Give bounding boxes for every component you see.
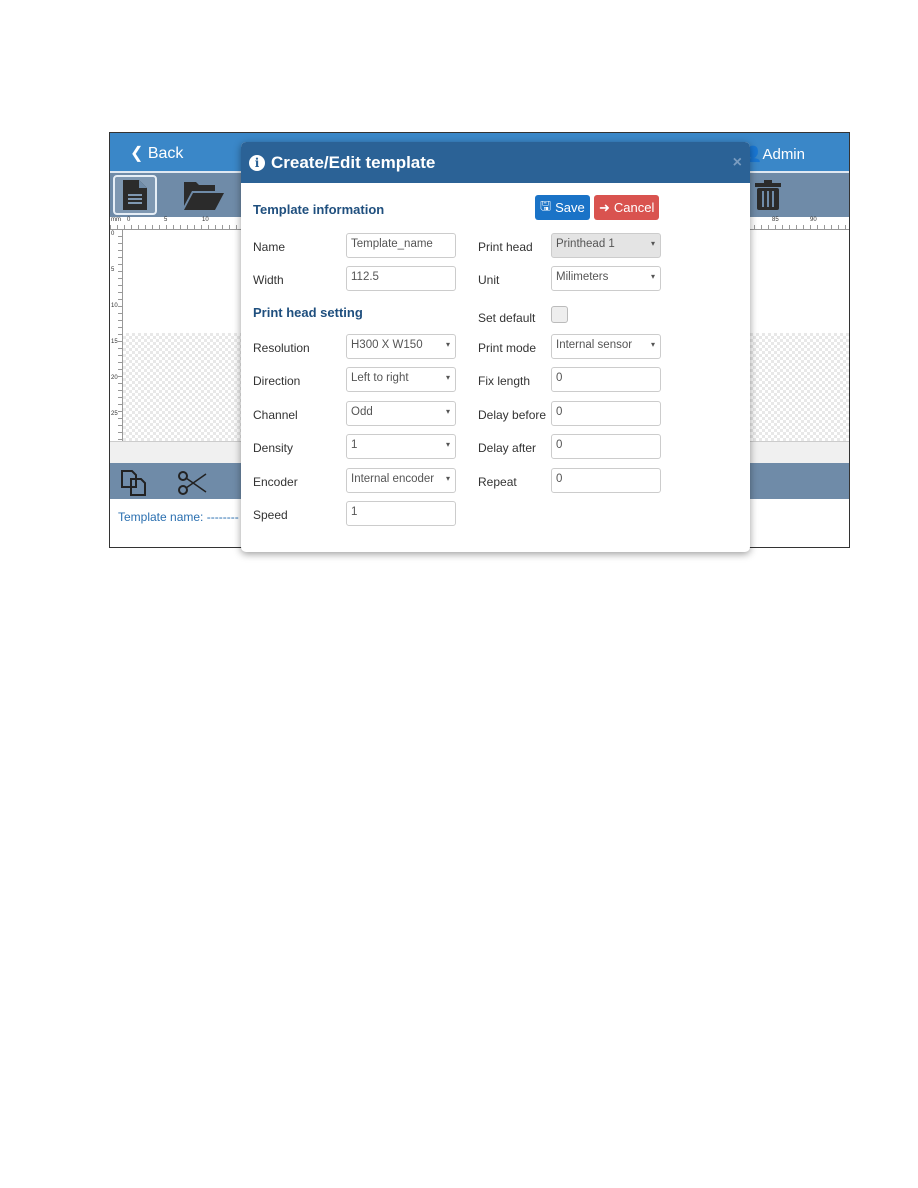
encoder-value: Internal encoder	[351, 473, 435, 485]
density-value: 1	[351, 439, 358, 451]
resolution-select[interactable]: H300 X W150	[346, 334, 456, 359]
speed-input[interactable]: 1	[346, 501, 456, 526]
delay-after-value: 0	[556, 439, 563, 451]
unit-select[interactable]: Milimeters	[551, 266, 661, 291]
density-label: Density	[253, 441, 294, 455]
trash-icon	[755, 180, 781, 210]
file-icon	[123, 180, 147, 210]
dialog-title: Create/Edit template	[271, 152, 436, 172]
vertical-ruler: 0 5 10 15 20 25	[110, 229, 123, 441]
print-mode-select[interactable]: Internal sensor	[551, 334, 661, 359]
width-value: 112.5	[351, 271, 379, 283]
dialog-header: i Create/Edit template ×	[241, 142, 750, 183]
back-button[interactable]: ❮ Back	[130, 143, 183, 163]
unit-value: Milimeters	[556, 271, 609, 283]
fix-length-input[interactable]: 0	[551, 367, 661, 392]
close-icon[interactable]: ×	[733, 154, 742, 172]
delay-after-input[interactable]: 0	[551, 434, 661, 459]
chevron-left-icon: ❮	[130, 145, 148, 162]
print-head-label: Print head	[478, 240, 533, 254]
template-name-status: Template name: --------	[118, 510, 239, 524]
direction-value: Left to right	[351, 372, 409, 384]
folder-open-icon	[184, 182, 224, 210]
delete-button[interactable]	[746, 175, 790, 215]
speed-value: 1	[351, 506, 358, 518]
fix-length-label: Fix length	[478, 374, 531, 388]
set-default-checkbox[interactable]	[551, 306, 568, 323]
resolution-value: H300 X W150	[351, 339, 423, 351]
new-file-button[interactable]	[113, 175, 157, 215]
set-default-label: Set default	[478, 311, 536, 325]
width-input[interactable]: 112.5	[346, 266, 456, 291]
name-value: Template_name	[351, 238, 433, 250]
create-edit-template-dialog: i Create/Edit template × Template inform…	[241, 142, 750, 552]
cut-button[interactable]	[170, 463, 214, 503]
cancel-button[interactable]: ➜ Cancel	[594, 195, 660, 220]
floppy-icon: 🖫	[540, 197, 552, 213]
channel-label: Channel	[253, 408, 298, 422]
print-mode-value: Internal sensor	[556, 339, 633, 351]
resolution-label: Resolution	[253, 341, 310, 355]
section-print-head-setting: Print head setting	[253, 305, 363, 320]
encoder-label: Encoder	[253, 475, 298, 489]
delay-before-label: Delay before	[478, 408, 547, 422]
encoder-select[interactable]: Internal encoder	[346, 468, 456, 493]
scissors-icon	[178, 471, 207, 495]
print-head-value: Printhead 1	[556, 238, 615, 250]
fix-length-value: 0	[556, 372, 563, 384]
copy-button[interactable]	[112, 463, 156, 503]
copy-icon	[121, 470, 146, 496]
density-select[interactable]: 1	[346, 434, 456, 459]
repeat-input[interactable]: 0	[551, 468, 661, 493]
open-folder-button[interactable]	[182, 175, 226, 215]
delay-after-label: Delay after	[478, 441, 537, 455]
name-input[interactable]: Template_name	[346, 233, 456, 258]
sign-out-icon: ➜	[599, 199, 610, 215]
channel-value: Odd	[351, 406, 373, 418]
section-template-information: Template information	[253, 202, 385, 217]
channel-select[interactable]: Odd	[346, 401, 456, 426]
print-mode-label: Print mode	[478, 341, 537, 355]
name-label: Name	[253, 240, 286, 254]
unit-label: Unit	[478, 273, 500, 287]
user-menu[interactable]: 👤Admin	[744, 145, 805, 163]
speed-label: Speed	[253, 508, 288, 522]
width-label: Width	[253, 273, 284, 287]
direction-label: Direction	[253, 374, 301, 388]
repeat-value: 0	[556, 473, 563, 485]
save-button[interactable]: 🖫 Save	[535, 195, 590, 220]
direction-select[interactable]: Left to right	[346, 367, 456, 392]
repeat-label: Repeat	[478, 475, 517, 489]
print-head-select: Printhead 1	[551, 233, 661, 258]
delay-before-value: 0	[556, 406, 563, 418]
delay-before-input[interactable]: 0	[551, 401, 661, 426]
info-icon: i	[249, 154, 265, 171]
